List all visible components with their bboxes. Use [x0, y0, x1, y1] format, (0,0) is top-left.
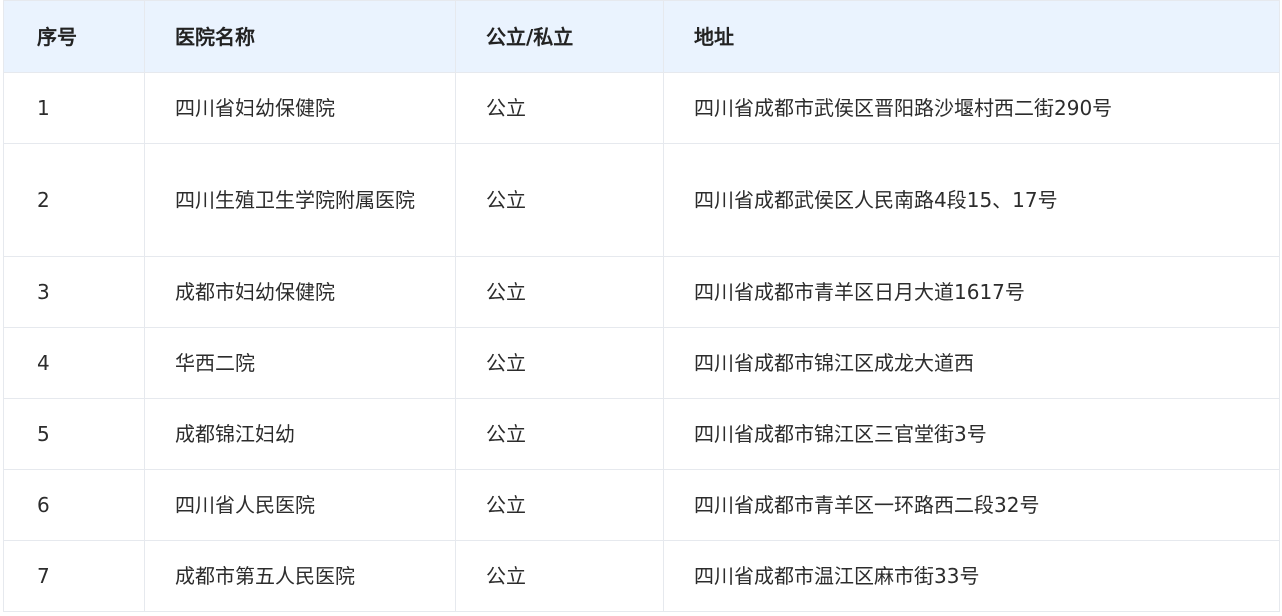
- cell-index: 5: [3, 398, 145, 470]
- cell-hospital-name: 四川生殖卫生学院附属医院: [144, 143, 456, 257]
- table-row: 6 四川省人民医院 公立 四川省成都市青羊区一环路西二段32号: [3, 469, 1280, 541]
- cell-ownership: 公立: [455, 469, 664, 541]
- cell-address: 四川省成都武侯区人民南路4段15、17号: [663, 143, 1280, 257]
- cell-address: 四川省成都市锦江区三官堂街3号: [663, 398, 1280, 470]
- table-row: 7 成都市第五人民医院 公立 四川省成都市温江区麻市街33号: [3, 540, 1280, 612]
- table-row: 5 成都锦江妇幼 公立 四川省成都市锦江区三官堂街3号: [3, 398, 1280, 470]
- header-ownership: 公立/私立: [455, 0, 664, 73]
- cell-hospital-name: 四川省妇幼保健院: [144, 72, 456, 144]
- header-index: 序号: [3, 0, 145, 73]
- hospital-table-container: 序号 医院名称 公立/私立 地址 1 四川省妇幼保健院 公立 四川省成都市武侯区…: [0, 0, 1282, 616]
- cell-address: 四川省成都市武侯区晋阳路沙堰村西二街290号: [663, 72, 1280, 144]
- cell-address: 四川省成都市温江区麻市街33号: [663, 540, 1280, 612]
- cell-ownership: 公立: [455, 540, 664, 612]
- table-row: 1 四川省妇幼保健院 公立 四川省成都市武侯区晋阳路沙堰村西二街290号: [3, 72, 1280, 144]
- cell-address: 四川省成都市锦江区成龙大道西: [663, 327, 1280, 399]
- cell-hospital-name: 成都市第五人民医院: [144, 540, 456, 612]
- table-row: 3 成都市妇幼保健院 公立 四川省成都市青羊区日月大道1617号: [3, 256, 1280, 328]
- cell-index: 4: [3, 327, 145, 399]
- cell-index: 7: [3, 540, 145, 612]
- hospital-table: 序号 医院名称 公立/私立 地址 1 四川省妇幼保健院 公立 四川省成都市武侯区…: [3, 0, 1280, 612]
- cell-index: 3: [3, 256, 145, 328]
- cell-hospital-name: 华西二院: [144, 327, 456, 399]
- cell-address: 四川省成都市青羊区日月大道1617号: [663, 256, 1280, 328]
- cell-index: 1: [3, 72, 145, 144]
- cell-index: 2: [3, 143, 145, 257]
- table-row: 2 四川生殖卫生学院附属医院 公立 四川省成都武侯区人民南路4段15、17号: [3, 143, 1280, 257]
- cell-hospital-name: 成都锦江妇幼: [144, 398, 456, 470]
- cell-ownership: 公立: [455, 398, 664, 470]
- cell-ownership: 公立: [455, 256, 664, 328]
- table-header-row: 序号 医院名称 公立/私立 地址: [3, 0, 1280, 73]
- cell-address: 四川省成都市青羊区一环路西二段32号: [663, 469, 1280, 541]
- cell-ownership: 公立: [455, 143, 664, 257]
- cell-ownership: 公立: [455, 72, 664, 144]
- cell-index: 6: [3, 469, 145, 541]
- table-row: 4 华西二院 公立 四川省成都市锦江区成龙大道西: [3, 327, 1280, 399]
- header-address: 地址: [663, 0, 1280, 73]
- cell-hospital-name: 四川省人民医院: [144, 469, 456, 541]
- header-hospital-name: 医院名称: [144, 0, 456, 73]
- cell-hospital-name: 成都市妇幼保健院: [144, 256, 456, 328]
- cell-ownership: 公立: [455, 327, 664, 399]
